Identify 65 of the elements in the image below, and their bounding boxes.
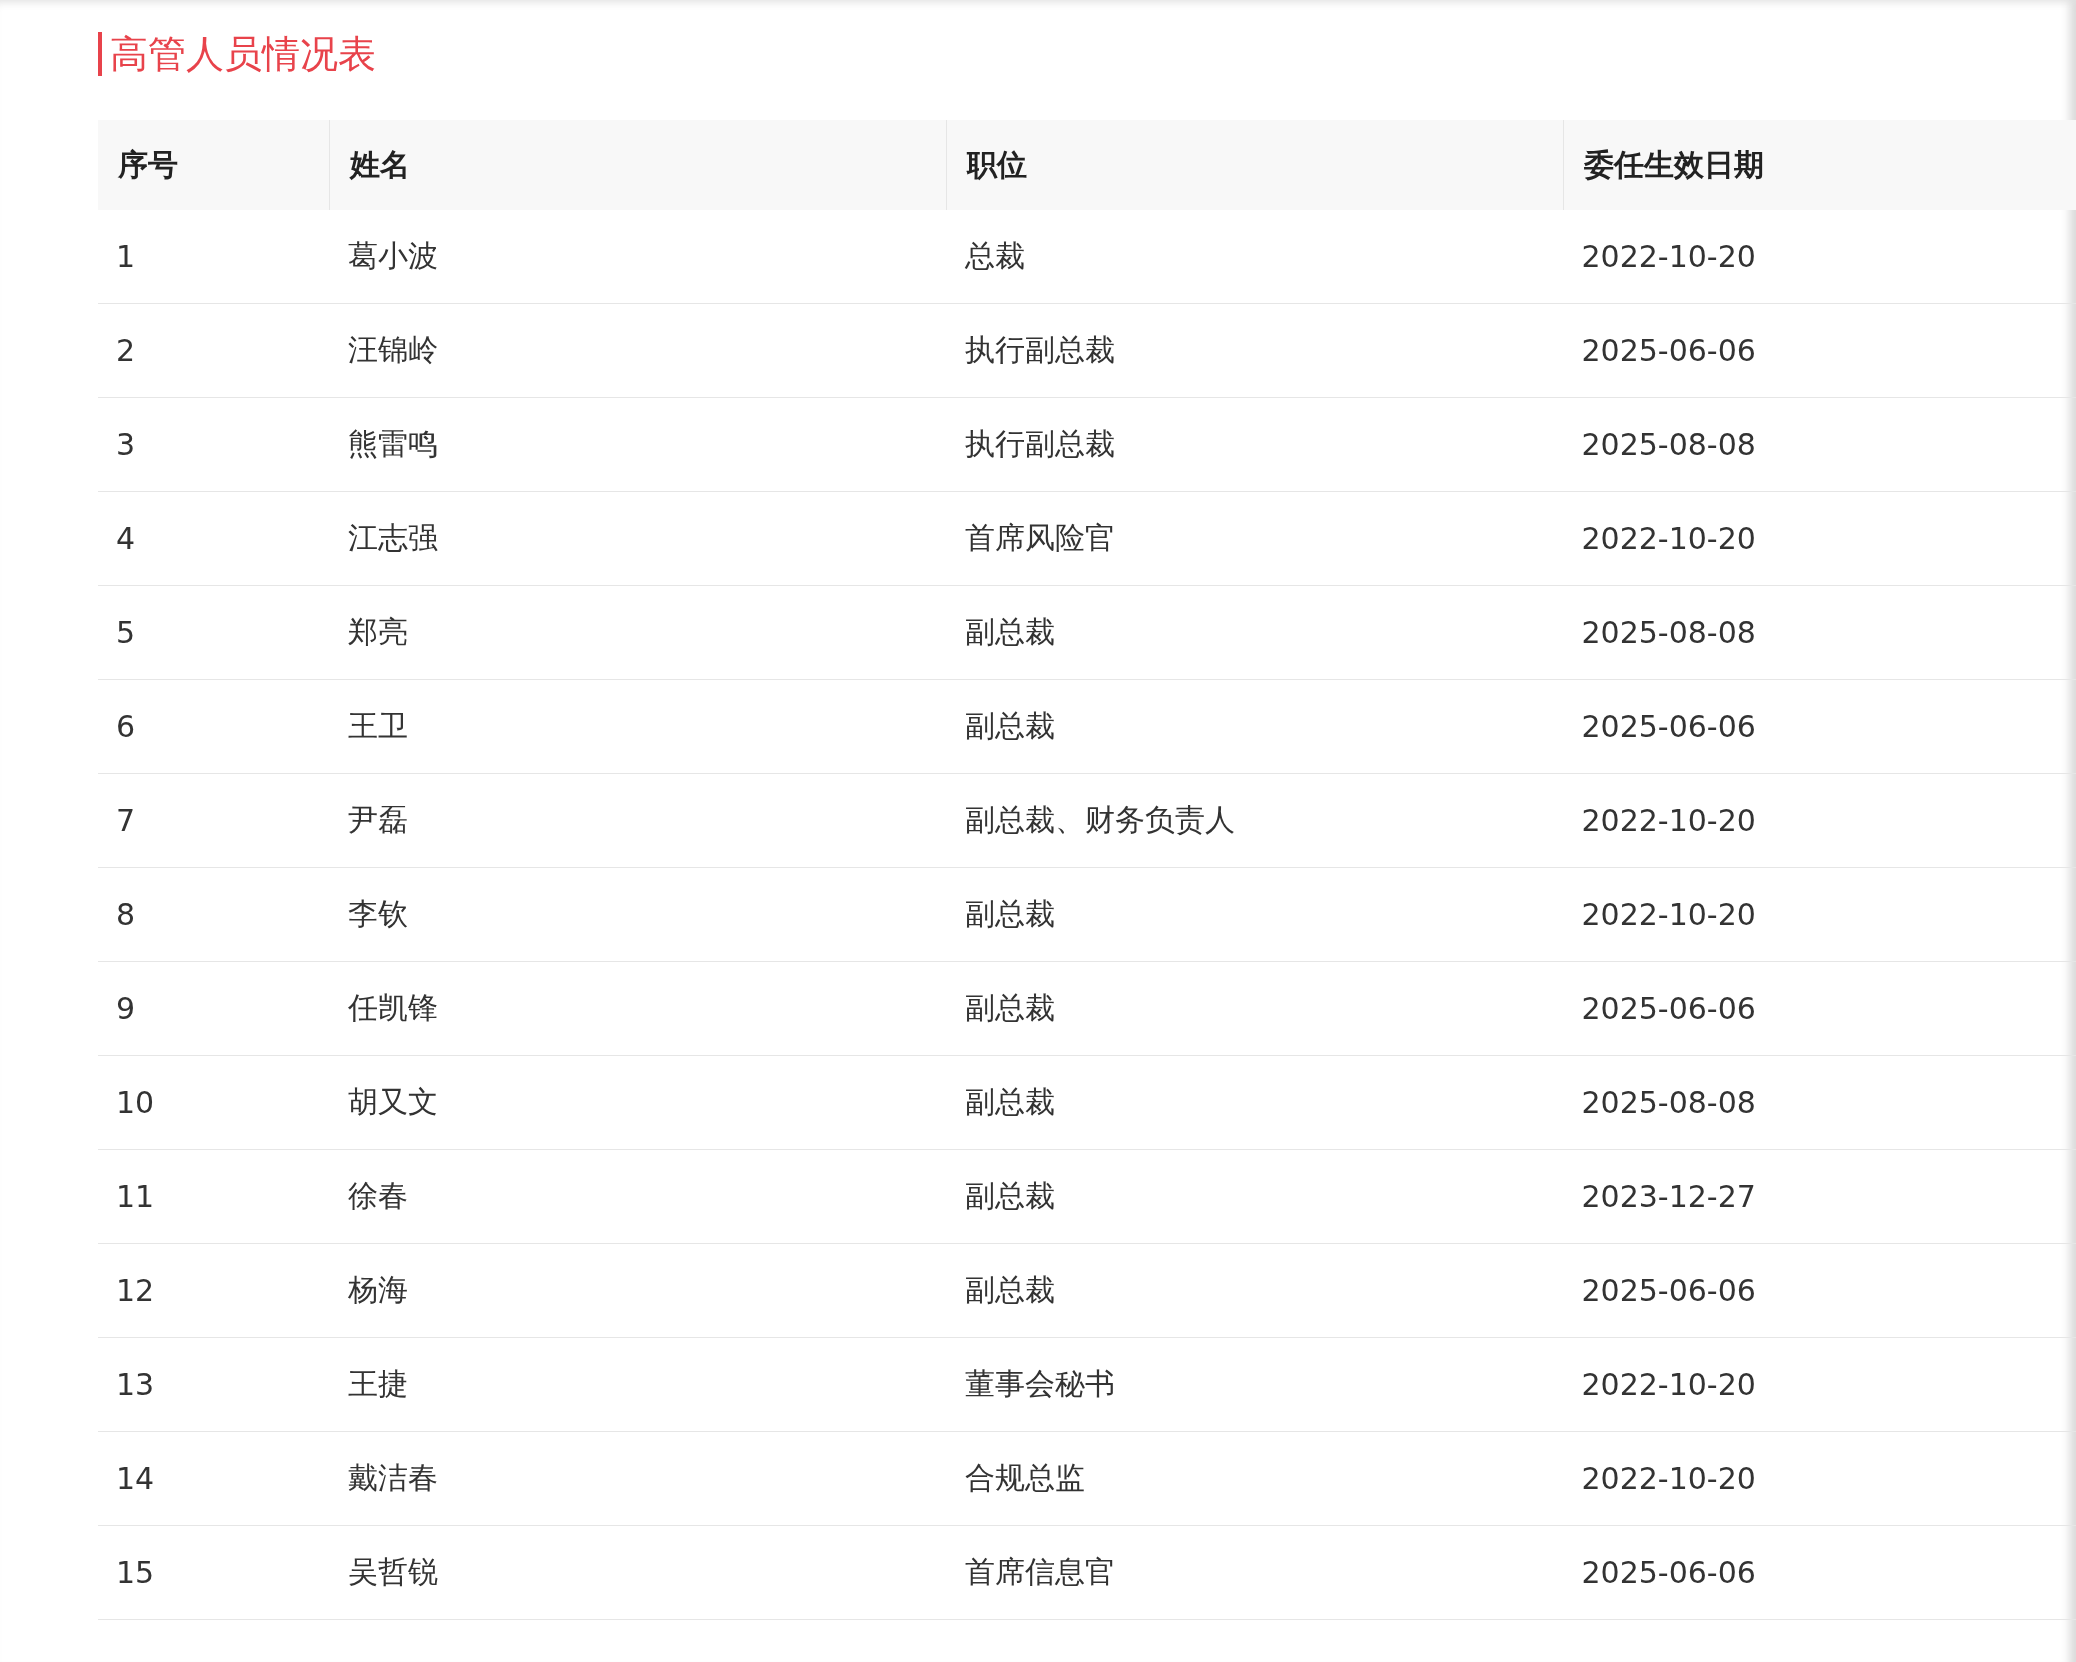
table-cell: 副总裁	[964, 708, 1055, 743]
column-header: 职位	[967, 146, 1027, 182]
table-cell: 副总裁	[964, 990, 1055, 1025]
table-cell: 李钦	[347, 896, 408, 931]
table-cell: 2025-06-06	[1581, 709, 1756, 744]
table-cell: 首席风险官	[964, 520, 1115, 555]
table-cell: 执行副总裁	[964, 426, 1115, 461]
table-cell: 2025-06-06	[1581, 1555, 1756, 1590]
table-cell: 7	[116, 803, 136, 838]
table-cell: 9	[116, 991, 136, 1026]
table-cell: 王卫	[347, 708, 408, 743]
table-cell: 8	[116, 897, 136, 932]
table-cell: 熊雷鸣	[347, 426, 438, 461]
table-cell: 13	[116, 1367, 155, 1402]
table-cell: 副总裁	[964, 1084, 1055, 1119]
table-cell: 总裁	[964, 238, 1025, 273]
table-cell: 4	[116, 521, 136, 556]
table-cell: 胡又文	[347, 1084, 438, 1119]
table-cell: 郑亮	[347, 614, 408, 649]
table-cell: 2025-08-08	[1581, 615, 1756, 650]
table-cell: 副总裁	[964, 896, 1055, 931]
table-cell: 副总裁	[964, 1272, 1055, 1307]
table-cell: 10	[116, 1085, 155, 1120]
table-cell: 副总裁、财务负责人	[964, 802, 1235, 837]
column-header: 姓名	[350, 146, 410, 182]
table-cell: 2022-10-20	[1581, 239, 1756, 274]
table-cell: 1	[116, 239, 136, 274]
table-cell: 12	[116, 1273, 155, 1308]
table-cell: 3	[116, 427, 136, 462]
table-cell: 2022-10-20	[1581, 803, 1756, 838]
table-cell: 徐春	[347, 1178, 408, 1213]
table-cell: 6	[116, 709, 136, 744]
table-cell: 2023-12-27	[1581, 1179, 1756, 1214]
table-cell: 戴洁春	[347, 1460, 438, 1495]
table-cell: 副总裁	[964, 614, 1055, 649]
table-cell: 2025-06-06	[1581, 1273, 1756, 1308]
column-header: 委任生效日期	[1584, 146, 1764, 182]
table-cell: 2025-06-06	[1581, 991, 1756, 1026]
table-cell: 14	[116, 1461, 155, 1496]
table-cell: 杨海	[347, 1272, 408, 1307]
column-header: 序号	[118, 146, 178, 182]
table-cell: 2025-08-08	[1581, 427, 1756, 462]
table-cell: 尹磊	[347, 802, 408, 837]
table-cell: 2025-06-06	[1581, 333, 1756, 368]
table-cell: 5	[116, 615, 136, 650]
table-cell: 2022-10-20	[1581, 521, 1756, 556]
table-cell: 合规总监	[964, 1460, 1085, 1495]
table-cell: 2022-10-20	[1581, 1367, 1756, 1402]
table-cell: 执行副总裁	[964, 332, 1115, 367]
table-cell: 首席信息官	[964, 1554, 1115, 1589]
table-cell: 葛小波	[347, 238, 438, 273]
table-title: 高管人员情况表	[98, 32, 376, 76]
table-cell: 董事会秘书	[964, 1366, 1115, 1401]
table-cell: 王捷	[347, 1366, 408, 1401]
table-cell: 2022-10-20	[1581, 897, 1756, 932]
table-cell: 2025-08-08	[1581, 1085, 1756, 1120]
table-cell: 11	[116, 1179, 155, 1214]
table-cell: 2022-10-20	[1581, 1461, 1756, 1496]
table-cell: 15	[116, 1555, 155, 1590]
table-cell: 江志强	[347, 520, 438, 555]
table-cell: 2	[116, 333, 136, 368]
table-cell: 汪锦岭	[347, 332, 438, 367]
table-cell: 副总裁	[964, 1178, 1055, 1213]
table-cell: 任凯锋	[347, 990, 438, 1025]
table-cell: 吴哲锐	[347, 1554, 438, 1589]
